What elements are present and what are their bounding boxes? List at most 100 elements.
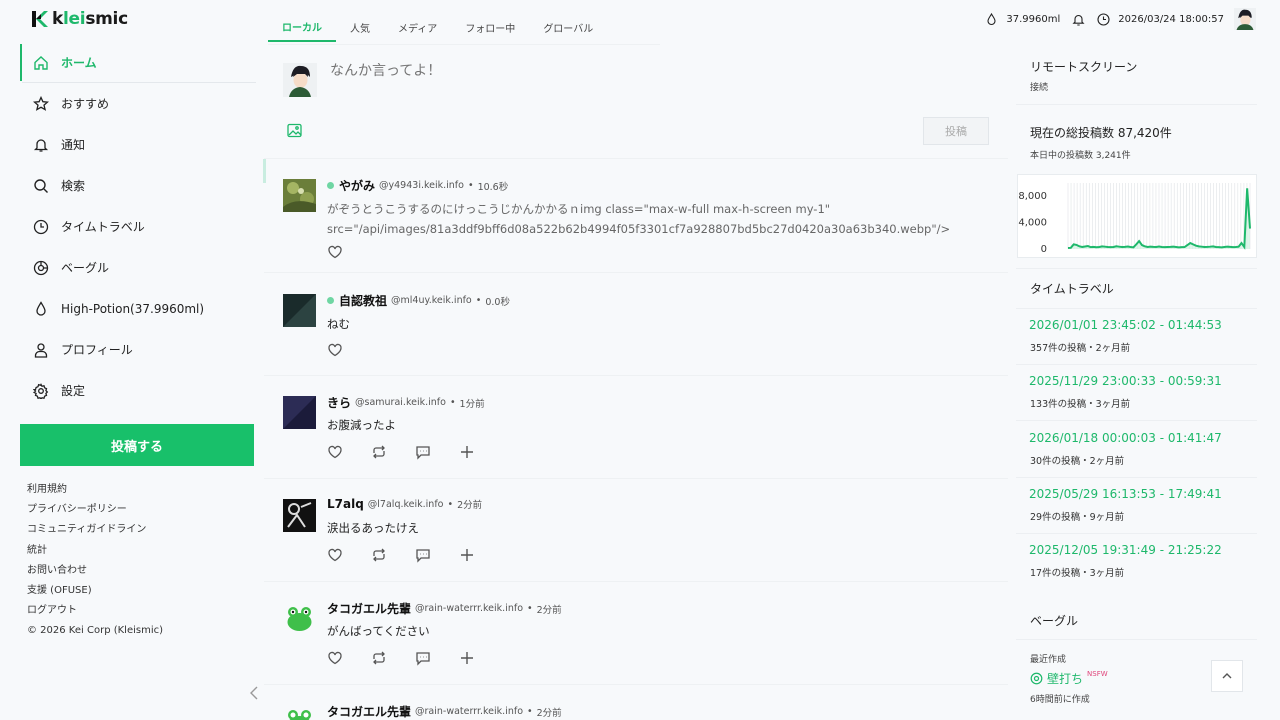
reply-button[interactable]	[415, 444, 431, 460]
avatar[interactable]	[283, 602, 316, 635]
sidebar-item-label: 設定	[61, 384, 86, 398]
current-datetime: 2026/03/24 18:00:57	[1118, 13, 1224, 25]
sidebar-item-search[interactable]: 検索	[20, 165, 256, 206]
post-author-handle[interactable]: @rain-waterrr.keik.info	[415, 706, 523, 717]
avatar[interactable]	[283, 396, 316, 429]
avatar[interactable]	[283, 294, 316, 327]
avatar[interactable]	[283, 705, 316, 720]
plus-icon	[461, 652, 473, 664]
bell-icon[interactable]	[1072, 13, 1085, 26]
sidebar-item-profile[interactable]: プロフィール	[20, 329, 256, 370]
timetravel-range[interactable]: 2026/01/18 00:00:03 - 01:41:47	[1029, 431, 1222, 445]
timetravel-meta: 17件の投稿・3ヶ月前	[1030, 568, 1125, 579]
divider	[1016, 364, 1257, 365]
post-author-name[interactable]: タコガエル先輩	[327, 600, 411, 617]
like-button[interactable]	[327, 342, 343, 358]
tab-global[interactable]: グローバル	[529, 12, 607, 42]
like-button[interactable]	[327, 650, 343, 666]
timetravel-range[interactable]: 2025/11/29 23:00:33 - 00:59:31	[1029, 374, 1222, 388]
sidebar-item-settings[interactable]: 設定	[20, 370, 256, 411]
drop-icon	[987, 12, 996, 25]
app-logo[interactable]: kleismic	[32, 9, 128, 29]
post-actions	[327, 650, 475, 666]
compose-input[interactable]	[330, 63, 830, 79]
post-author-name[interactable]: タコガエル先輩	[327, 703, 411, 720]
chevron-left-icon	[250, 686, 258, 700]
timetravel-range[interactable]: 2026/01/01 23:45:02 - 01:44:53	[1029, 318, 1222, 332]
footer-link-contact[interactable]: お問い合わせ	[27, 562, 163, 582]
sidebar-item-recommended[interactable]: おすすめ	[20, 83, 256, 124]
tab-media[interactable]: メディア	[384, 12, 451, 42]
sidebar-item-notifications[interactable]: 通知	[20, 124, 256, 165]
more-button[interactable]	[459, 650, 475, 666]
footer-link-support[interactable]: 支援 (OFUSE)	[27, 582, 163, 602]
footer-link-terms[interactable]: 利用規約	[27, 481, 163, 501]
avatar[interactable]	[283, 179, 316, 212]
collapse-sidebar-button[interactable]	[247, 683, 261, 703]
timetravel-range[interactable]: 2025/05/29 16:13:53 - 17:49:41	[1029, 487, 1222, 501]
more-button[interactable]	[459, 547, 475, 563]
timetravel-title: タイムトラベル	[1030, 282, 1114, 296]
post-separator: •	[449, 397, 456, 408]
like-button[interactable]	[327, 444, 343, 460]
post-author-name[interactable]: きら	[327, 394, 351, 411]
plus-icon	[461, 549, 473, 561]
post-author-handle[interactable]: @y4943i.keik.info	[379, 180, 464, 191]
sidebar-item-bagel[interactable]: ベーグル	[20, 247, 256, 288]
chevron-up-icon	[1222, 673, 1232, 679]
post-author-handle[interactable]: @l7alq.keik.info	[368, 499, 444, 510]
avatar[interactable]	[1232, 8, 1258, 30]
repost-button[interactable]	[371, 650, 387, 666]
sidebar-item-timetravel[interactable]: タイムトラベル	[20, 206, 256, 247]
tabs-divider	[268, 44, 660, 45]
post-header: 自認教祖 @ml4uy.keik.info • 0.0秒	[327, 292, 510, 309]
heart-icon	[328, 445, 342, 459]
footer-link-stats[interactable]: 統計	[27, 542, 163, 562]
post-author-handle[interactable]: @samurai.keik.info	[355, 397, 446, 408]
post-author-name[interactable]: L7alq	[327, 497, 364, 511]
footer-link-guidelines[interactable]: コミュニティガイドライン	[27, 521, 163, 541]
sidebar-item-label: 通知	[61, 138, 86, 152]
compose-submit-button[interactable]: 投稿	[923, 117, 989, 145]
post-body: がぞうとうこうするのにけっこうじかんかかるｎimg class="max-w-f…	[327, 202, 951, 236]
post-author-handle[interactable]: @ml4uy.keik.info	[391, 295, 472, 306]
like-button[interactable]	[327, 244, 343, 260]
timetravel-meta: 357件の投稿・2ヶ月前	[1030, 343, 1131, 354]
remote-screen-connect[interactable]: 接続	[1030, 80, 1048, 93]
reply-button[interactable]	[415, 650, 431, 666]
post: きら @samurai.keik.info • 1分前 お腹減ったよ	[264, 376, 1008, 479]
post-header: タコガエル先輩 @rain-waterrr.keik.info • 2分前	[327, 703, 562, 720]
like-button[interactable]	[327, 547, 343, 563]
post-header: タコガエル先輩 @rain-waterrr.keik.info • 2分前	[327, 600, 562, 617]
total-posts-title: 現在の総投稿数 87,420件	[1030, 126, 1172, 140]
tab-popular[interactable]: 人気	[336, 12, 384, 42]
footer-link-privacy[interactable]: プライバシーポリシー	[27, 501, 163, 521]
reply-button[interactable]	[415, 547, 431, 563]
logo-lei: lei	[63, 9, 86, 29]
tab-local[interactable]: ローカル	[268, 12, 336, 42]
post-author-name[interactable]: 自認教祖	[339, 292, 387, 309]
image-icon[interactable]	[287, 123, 302, 138]
post-time: 2分前	[536, 707, 562, 719]
more-button[interactable]	[459, 444, 475, 460]
bagel-recent-label: 最近作成	[1030, 655, 1067, 665]
timetravel-meta: 133件の投稿・3ヶ月前	[1030, 399, 1131, 410]
logo-k: k	[52, 9, 64, 29]
footer-link-logout[interactable]: ログアウト	[27, 602, 163, 622]
sidebar-item-home[interactable]: ホーム	[20, 42, 256, 83]
comment-icon	[416, 446, 430, 460]
tab-following[interactable]: フォロー中	[451, 12, 529, 42]
bagel-item[interactable]: 壁打ち NSFW	[1030, 670, 1108, 687]
timetravel-range[interactable]: 2025/12/05 19:31:49 - 21:25:22	[1029, 543, 1222, 557]
sidebar-item-high-potion[interactable]: High-Potion(37.9960ml)	[20, 288, 256, 329]
post-header: L7alq @l7alq.keik.info • 2分前	[327, 497, 482, 511]
post-author-name[interactable]: やがみ	[339, 177, 375, 194]
post-author-handle[interactable]: @rain-waterrr.keik.info	[415, 603, 523, 614]
avatar[interactable]	[283, 63, 317, 97]
repost-button[interactable]	[371, 444, 387, 460]
repost-button[interactable]	[371, 547, 387, 563]
divider	[1016, 533, 1257, 534]
avatar[interactable]	[283, 499, 316, 532]
scroll-to-top-button[interactable]	[1211, 660, 1243, 692]
post-button[interactable]: 投稿する	[20, 424, 254, 466]
